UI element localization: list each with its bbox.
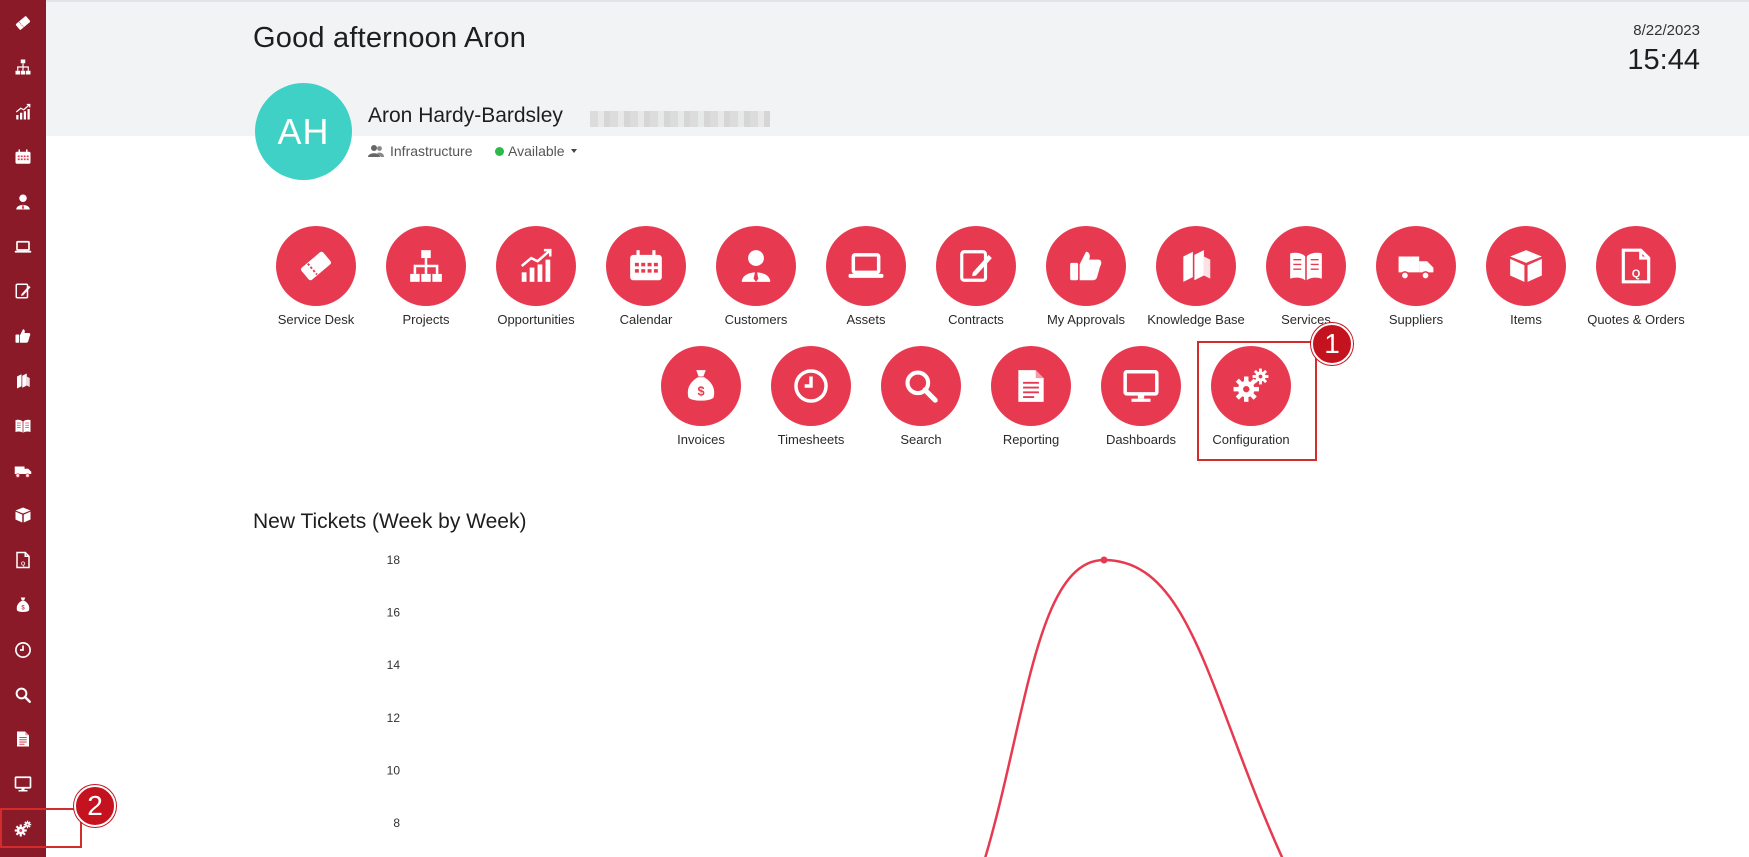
y-tick-label: 14 bbox=[387, 658, 401, 672]
series-line bbox=[984, 558, 1284, 857]
y-tick-label: 12 bbox=[387, 711, 401, 725]
peak-data-point[interactable] bbox=[1100, 556, 1108, 564]
new-tickets-chart: 18 16 14 12 10 8 bbox=[387, 553, 1284, 857]
y-tick-label: 10 bbox=[387, 763, 401, 777]
y-tick-label: 16 bbox=[387, 606, 401, 620]
y-tick-label: 8 bbox=[393, 816, 400, 830]
y-tick-label: 18 bbox=[387, 553, 401, 567]
